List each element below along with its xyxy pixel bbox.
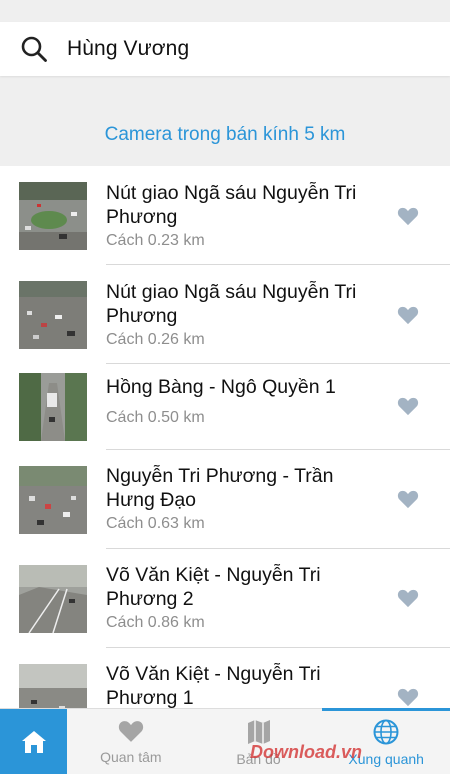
camera-thumbnail <box>19 664 87 708</box>
camera-title: Nút giao Ngã sáu Nguyễn Tri Phương <box>106 281 357 327</box>
camera-distance: Cách 0.23 km <box>106 232 205 249</box>
heart-icon[interactable] <box>397 588 419 608</box>
list-item[interactable]: Võ Văn Kiệt - Nguyễn Tri Phương 1 <box>0 648 450 708</box>
globe-icon <box>373 719 399 745</box>
tab-nearby[interactable]: Xung quanh <box>322 708 450 774</box>
camera-distance: Cách 0.50 km <box>106 409 205 426</box>
heart-icon[interactable] <box>397 396 419 416</box>
camera-distance: Cách 0.63 km <box>106 515 205 532</box>
tab-favorites[interactable]: Quan tâm <box>67 709 195 774</box>
tab-label: Xung quanh <box>348 751 424 767</box>
app-screen: Hùng Vương Camera trong bán kính 5 km Nú… <box>0 0 450 774</box>
list-item[interactable]: Hồng Bàng - Ngô Quyền 1 Cách 0.50 km <box>0 364 450 450</box>
heart-icon <box>118 721 143 742</box>
list-item[interactable]: Võ Văn Kiệt - Nguyễn Tri Phương 2 Cách 0… <box>0 549 450 648</box>
camera-thumbnail <box>19 565 87 633</box>
map-icon <box>247 720 270 744</box>
camera-title: Hồng Bàng - Ngô Quyền 1 <box>106 376 336 398</box>
camera-thumbnail <box>19 373 87 441</box>
tab-label: Bản đồ <box>236 751 281 767</box>
heart-icon[interactable] <box>397 206 419 226</box>
camera-thumbnail <box>19 182 87 250</box>
search-icon[interactable] <box>19 34 49 64</box>
camera-thumbnail <box>19 281 87 349</box>
tab-map[interactable]: Bản đồ <box>195 709 323 774</box>
list-item[interactable]: Nút giao Ngã sáu Nguyễn Tri Phương Cách … <box>0 166 450 265</box>
search-bar[interactable]: Hùng Vương <box>0 22 450 76</box>
home-icon <box>21 730 46 753</box>
tab-home[interactable] <box>0 709 67 774</box>
camera-list[interactable]: Nút giao Ngã sáu Nguyễn Tri Phương Cách … <box>0 166 450 708</box>
list-item[interactable]: Nút giao Ngã sáu Nguyễn Tri Phương Cách … <box>0 265 450 364</box>
camera-title: Võ Văn Kiệt - Nguyễn Tri Phương 1 <box>106 663 321 708</box>
camera-thumbnail <box>19 466 87 534</box>
list-item[interactable]: Nguyễn Tri Phương - Trần Hưng Đạo Cách 0… <box>0 450 450 549</box>
camera-distance: Cách 0.86 km <box>106 614 205 631</box>
camera-distance: Cách 0.26 km <box>106 331 205 348</box>
heart-icon[interactable] <box>397 305 419 325</box>
camera-title: Võ Văn Kiệt - Nguyễn Tri Phương 2 <box>106 564 321 610</box>
camera-title: Nguyễn Tri Phương - Trần Hưng Đạo <box>106 465 334 511</box>
radius-label: Camera trong bán kính 5 km <box>104 124 346 145</box>
tab-label: Quan tâm <box>100 749 162 765</box>
camera-title: Nút giao Ngã sáu Nguyễn Tri Phương <box>106 182 357 228</box>
search-input[interactable]: Hùng Vương <box>67 37 189 61</box>
heart-icon[interactable] <box>397 489 419 509</box>
heart-icon[interactable] <box>397 687 419 707</box>
tab-bar: Quan tâm Bản đồ Xung quanh <box>0 708 450 774</box>
